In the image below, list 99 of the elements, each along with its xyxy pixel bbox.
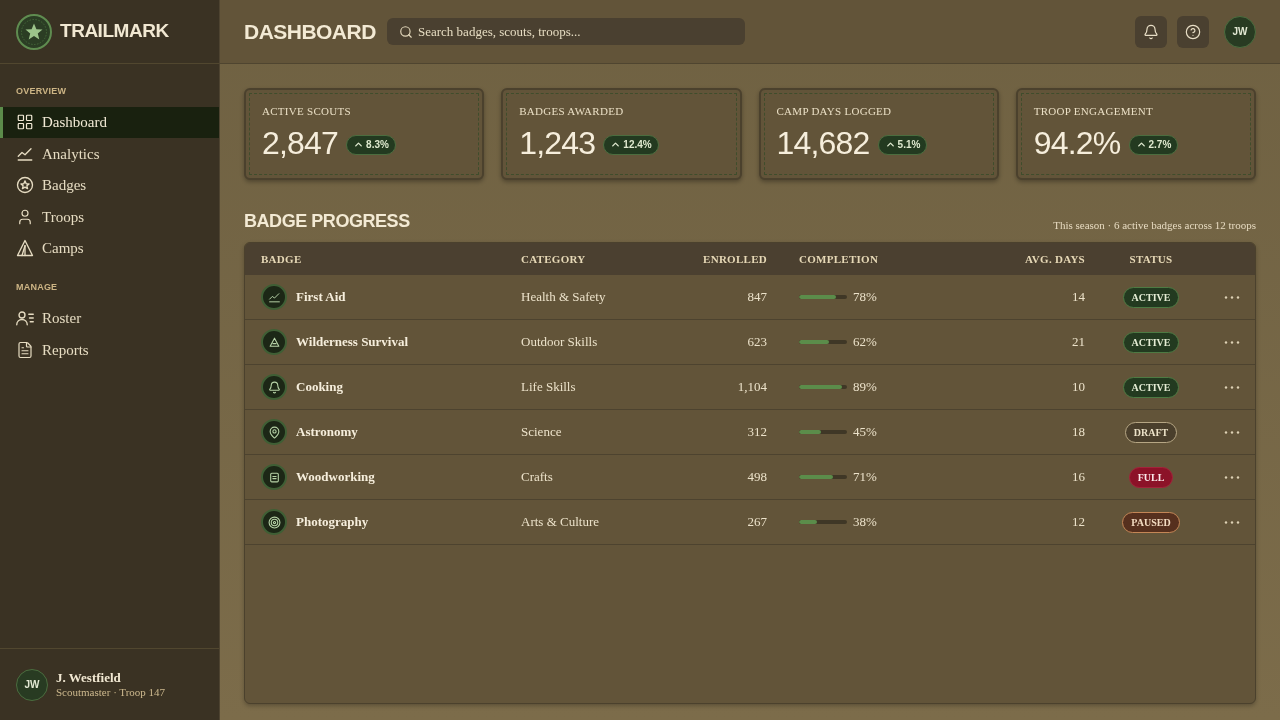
stat-label: TROOP ENGAGEMENT xyxy=(1033,104,1154,119)
table-cell-text: 498 xyxy=(746,468,767,487)
nav-item[interactable]: Camps xyxy=(0,232,219,264)
line-chart-icon xyxy=(261,284,287,310)
table-cell-text: 14 xyxy=(1071,288,1085,307)
stat-value: 2,847 xyxy=(262,123,339,163)
nav-item[interactable]: Analytics xyxy=(0,138,219,170)
completion-text: 62% xyxy=(853,333,877,352)
table-cell-text: Outdoor Skills xyxy=(521,333,599,352)
completion-text: 78% xyxy=(853,288,877,307)
more-icon[interactable] xyxy=(1223,340,1241,344)
completion-text: 45% xyxy=(853,423,877,442)
document-icon xyxy=(16,340,34,359)
user-name: J. Westfield xyxy=(56,669,122,686)
nav-item[interactable]: Reports xyxy=(0,334,219,366)
table-cell-text: 267 xyxy=(746,513,767,532)
note-icon xyxy=(261,464,287,490)
more-icon[interactable] xyxy=(1223,385,1241,389)
nav-item[interactable]: Roster xyxy=(0,302,219,334)
star-badge-icon xyxy=(16,176,34,195)
help-icon xyxy=(1185,23,1201,40)
column-header: COMPLETION xyxy=(798,251,880,267)
column-header: BADGE xyxy=(261,251,303,267)
section-heading: BADGE PROGRESS xyxy=(244,210,410,233)
column-header: ENROLLED xyxy=(702,251,767,267)
table-cell-text: 312 xyxy=(746,423,767,442)
status-tag: ACTIVE xyxy=(1122,286,1180,308)
column-header: AVG. DAYS xyxy=(1024,251,1085,267)
table-cell-text: Life Skills xyxy=(521,378,577,397)
table-cell-text: Health & Safety xyxy=(521,288,607,307)
section-title: OVERVIEW xyxy=(15,85,68,98)
page-title: DASHBOARD xyxy=(244,18,377,45)
table-cell-text: 18 xyxy=(1071,423,1085,442)
user-avatar[interactable]: JW xyxy=(16,668,48,701)
user-role: Scoutmaster · Troop 147 xyxy=(56,685,166,700)
change-text: 2.7% xyxy=(1148,138,1172,152)
completion-text: 89% xyxy=(853,378,877,397)
stat-value: 1,243 xyxy=(519,123,596,163)
more-icon[interactable] xyxy=(1223,520,1241,524)
badge-name: Cooking xyxy=(296,378,343,397)
star-logo-icon xyxy=(16,13,52,50)
status-tag: FULL xyxy=(1128,466,1174,488)
chevron-up-icon xyxy=(610,139,622,150)
section-summary: This season · 6 active badges across 12 troops xyxy=(1053,217,1256,233)
chevron-up-icon xyxy=(353,139,365,150)
section-title: MANAGE xyxy=(15,281,59,294)
search-field[interactable]: Search badges, scouts, troops... xyxy=(387,18,745,45)
pin-icon xyxy=(261,419,287,445)
status-tag: ACTIVE xyxy=(1122,376,1180,398)
bell-icon xyxy=(1143,23,1159,40)
nav-item[interactable]: Troops xyxy=(0,201,219,233)
change-text: 8.3% xyxy=(366,138,389,152)
nav-item[interactable]: Dashboard xyxy=(0,106,219,138)
badge-name: Wilderness Survival xyxy=(296,333,409,352)
table-cell-text: 10 xyxy=(1071,378,1085,397)
chevron-up-icon xyxy=(1135,139,1147,150)
stat-label: ACTIVE SCOUTS xyxy=(262,104,352,119)
person-list-icon xyxy=(16,309,34,328)
person-icon xyxy=(16,207,34,226)
more-icon[interactable] xyxy=(1223,475,1241,479)
badge-name: Woodworking xyxy=(296,468,375,487)
grid-icon xyxy=(16,113,34,132)
tent-icon xyxy=(16,239,34,258)
target-icon xyxy=(261,509,287,535)
search-icon xyxy=(399,24,413,39)
stat-label: BADGES AWARDED xyxy=(519,104,625,119)
completion-text: 38% xyxy=(853,513,877,532)
table-cell-text: Crafts xyxy=(521,468,554,487)
stat-value: 14,682 xyxy=(776,123,870,163)
status-tag: PAUSED xyxy=(1122,511,1180,533)
table-cell-text: 1,104 xyxy=(736,378,767,397)
more-icon[interactable] xyxy=(1223,295,1241,299)
table-cell-text: 16 xyxy=(1071,468,1085,487)
more-icon[interactable] xyxy=(1223,430,1241,434)
bell-icon xyxy=(261,374,287,400)
status-tag: ACTIVE xyxy=(1122,331,1180,353)
table-cell-text: 12 xyxy=(1071,513,1085,532)
brand-name: TRAILMARK xyxy=(60,19,169,44)
table-cell-text: Arts & Culture xyxy=(521,513,600,532)
badge-name: First Aid xyxy=(296,288,346,307)
help-button[interactable] xyxy=(1177,15,1209,48)
table-cell-text: 623 xyxy=(746,333,767,352)
notifications-button[interactable] xyxy=(1135,15,1167,48)
column-header: STATUS xyxy=(1128,251,1174,267)
change-text: 5.1% xyxy=(897,138,921,152)
chevron-up-icon xyxy=(884,139,896,150)
table-cell-text: 21 xyxy=(1071,333,1085,352)
badge-name: Astronomy xyxy=(296,423,358,442)
table-cell-text: 847 xyxy=(746,288,767,307)
status-tag: DRAFT xyxy=(1124,421,1178,443)
column-header: CATEGORY xyxy=(521,251,587,267)
completion-text: 71% xyxy=(853,468,877,487)
badge-name: Photography xyxy=(296,513,369,532)
table-cell-text: Science xyxy=(521,423,563,442)
nav-item[interactable]: Badges xyxy=(0,169,219,201)
user-avatar[interactable]: JW xyxy=(1224,15,1256,48)
change-text: 12.4% xyxy=(623,138,652,152)
stat-label: CAMP DAYS LOGGED xyxy=(776,104,893,119)
stat-value: 94.2% xyxy=(1033,123,1121,163)
